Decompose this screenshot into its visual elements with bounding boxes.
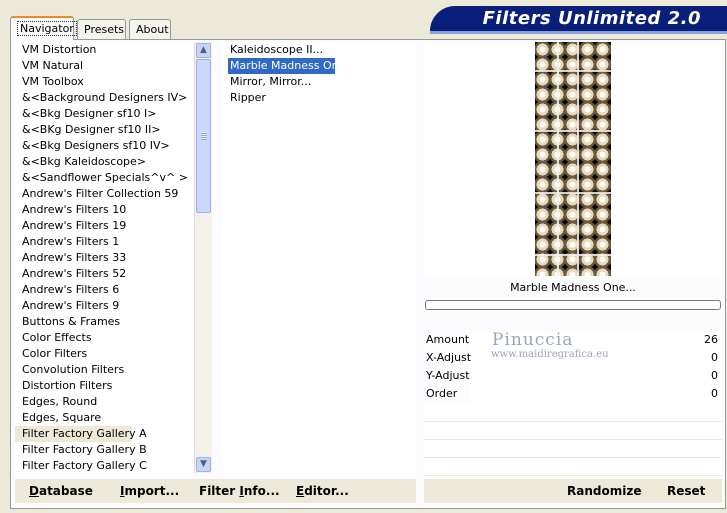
- filter-name-caption: Marble Madness One...: [510, 281, 636, 294]
- empty-param-row: [424, 458, 722, 476]
- import-button[interactable]: Import...: [120, 483, 179, 499]
- pattern-line: [577, 42, 579, 276]
- category-item[interactable]: Color Filters: [15, 346, 193, 362]
- preview-area: [424, 42, 722, 276]
- progress-bar: [425, 300, 721, 310]
- category-item[interactable]: VM Distortion: [15, 42, 193, 58]
- category-item[interactable]: Distortion Filters: [15, 378, 193, 394]
- category-item[interactable]: VM Natural: [15, 58, 193, 74]
- filter-item[interactable]: Kaleidoscope II...: [222, 42, 416, 58]
- category-item[interactable]: Filter Factory Gallery A: [15, 426, 147, 442]
- category-item[interactable]: Andrew's Filters 10: [15, 202, 193, 218]
- category-item[interactable]: &<Background Designers IV>: [15, 90, 193, 106]
- pattern-line: [535, 192, 611, 194]
- param-name: Y-Adjust: [426, 369, 470, 382]
- chevron-down-icon: ▼: [200, 459, 207, 469]
- category-item[interactable]: Andrew's Filter Collection 59: [15, 186, 193, 202]
- filter-info-label: Filter: [199, 484, 240, 498]
- bottom-toolbar-left: Database Import... Filter Info... Editor…: [15, 479, 416, 503]
- grip-icon: [201, 132, 207, 140]
- tab-presets[interactable]: Presets: [77, 19, 126, 39]
- preview-image: [535, 42, 611, 276]
- param-y-adjust[interactable]: Y-Adjust 0: [424, 368, 722, 386]
- category-item[interactable]: &<Sandflower Specials^v^ >: [15, 170, 193, 186]
- category-item[interactable]: Andrew's Filters 52: [15, 266, 193, 282]
- tab-navigator-label: Navigator: [17, 21, 77, 36]
- tab-navigator[interactable]: Navigator: [10, 16, 77, 40]
- app-title-banner: Filters Unlimited 2.0: [430, 6, 727, 31]
- database-label: atabase: [38, 484, 93, 498]
- category-item[interactable]: Andrew's Filters 9: [15, 298, 193, 314]
- category-item[interactable]: Convolution Filters: [15, 362, 193, 378]
- category-item[interactable]: &<Bkg Designers sf10 IV>: [15, 138, 193, 154]
- category-item[interactable]: Edges, Round: [15, 394, 193, 410]
- pattern-line: [535, 254, 611, 256]
- pattern-line: [535, 70, 611, 72]
- watermark-url: www.maidiregrafica.eu: [491, 349, 609, 360]
- scroll-up-button[interactable]: ▲: [196, 43, 211, 58]
- param-slider-track[interactable]: [470, 368, 722, 384]
- param-order[interactable]: Order 0: [424, 386, 722, 404]
- chevron-up-icon: ▲: [200, 45, 207, 55]
- category-scrollbar[interactable]: ▲ ▼: [194, 42, 212, 473]
- database-button[interactable]: Database: [29, 483, 93, 499]
- param-value: 0: [711, 387, 718, 400]
- category-item[interactable]: &<Bkg Kaleidoscope>: [15, 154, 193, 170]
- scroll-down-button[interactable]: ▼: [196, 457, 211, 472]
- pattern-line: [535, 130, 611, 132]
- watermark-name: Pinuccia: [492, 330, 574, 350]
- tab-about[interactable]: About: [129, 19, 171, 39]
- empty-param-row: [424, 404, 722, 422]
- category-item[interactable]: Edges, Square: [15, 410, 193, 426]
- pattern-line: [557, 42, 559, 276]
- editor-hotkey: E: [296, 484, 305, 498]
- category-item[interactable]: VM Toolbox: [15, 74, 193, 90]
- import-label: mport...: [124, 484, 180, 498]
- filter-info-button[interactable]: Filter Info...: [199, 483, 280, 499]
- category-item[interactable]: Filter Factory Gallery B: [15, 442, 193, 458]
- filter-item[interactable]: Marble Madness One...: [228, 58, 356, 74]
- banner-stripe: [430, 31, 727, 34]
- filter-item[interactable]: Mirror, Mirror...: [222, 74, 416, 90]
- category-item[interactable]: Color Effects: [15, 330, 193, 346]
- param-name: X-Adjust: [426, 351, 472, 364]
- category-item[interactable]: &<Bkg Designer sf10 I>: [15, 106, 193, 122]
- param-value: 0: [711, 351, 718, 364]
- category-item[interactable]: Andrew's Filters 6: [15, 282, 193, 298]
- filter-list[interactable]: Kaleidoscope II... Marble Madness One... M…: [222, 42, 416, 473]
- marble-pattern: [535, 42, 611, 276]
- randomize-button[interactable]: Randomize: [567, 483, 641, 499]
- category-item[interactable]: Andrew's Filters 1: [15, 234, 193, 250]
- scroll-thumb[interactable]: [196, 59, 211, 213]
- category-item[interactable]: Andrew's Filters 33: [15, 250, 193, 266]
- empty-param-row: [424, 422, 722, 440]
- param-value: 26: [704, 333, 718, 346]
- empty-param-row: [424, 440, 722, 458]
- category-item[interactable]: Andrew's Filters 19: [15, 218, 193, 234]
- filter-info-label-rest: nfo...: [243, 484, 280, 498]
- editor-label: ditor...: [304, 484, 349, 498]
- param-name: Order: [426, 387, 458, 400]
- category-item[interactable]: &<BKg Designer sf10 II>: [15, 122, 193, 138]
- param-slider-track[interactable]: [470, 386, 722, 402]
- filter-item[interactable]: Ripper: [222, 90, 416, 106]
- bottom-toolbar-right: Randomize Reset: [424, 479, 722, 503]
- category-item[interactable]: Buttons & Frames: [15, 314, 193, 330]
- editor-button[interactable]: Editor...: [296, 483, 349, 499]
- database-hotkey: D: [29, 484, 39, 498]
- reset-button[interactable]: Reset: [667, 483, 705, 499]
- param-name: Amount: [426, 333, 470, 346]
- param-value: 0: [711, 369, 718, 382]
- category-list[interactable]: VM Distortion VM Natural VM Toolbox &<Backg…: [15, 42, 193, 473]
- category-item[interactable]: Filter Factory Gallery C: [15, 458, 193, 473]
